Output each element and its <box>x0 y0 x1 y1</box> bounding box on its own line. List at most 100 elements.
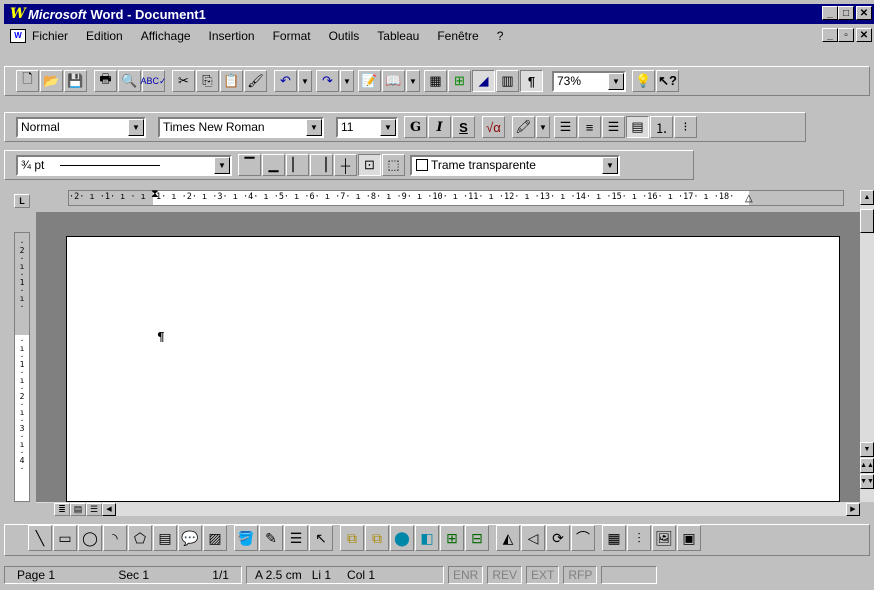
autoformat-icon[interactable]: 📝 <box>358 70 381 92</box>
doc-close-button[interactable]: ✕ <box>856 28 872 42</box>
bring-in-front-of-text-icon[interactable]: ⬤ <box>390 525 414 551</box>
undo-icon[interactable]: ↶ <box>274 70 297 92</box>
word-app-icon[interactable]: W <box>10 7 26 21</box>
status-rfp[interactable]: RFP <box>563 566 598 584</box>
ungroup-icon[interactable]: ⊟ <box>465 525 489 551</box>
rectangle-icon[interactable]: ▭ <box>53 525 77 551</box>
ellipse-icon[interactable]: ◯ <box>78 525 102 551</box>
horizontal-scrollbar[interactable]: ≣ ▤ ☰ ◀ ▶ <box>36 502 860 516</box>
insert-table-icon[interactable]: ▦ <box>424 70 447 92</box>
save-icon[interactable]: 💾 <box>64 70 87 92</box>
chevron-down-icon[interactable]: ▼ <box>602 156 618 174</box>
copy-icon[interactable]: ⎘ <box>196 70 219 92</box>
bring-to-front-icon[interactable]: ⧉ <box>340 525 364 551</box>
create-picture-icon[interactable]: 🖼 <box>652 525 676 551</box>
inside-border-icon[interactable]: ┼ <box>334 154 357 176</box>
menu-format[interactable]: Format <box>273 29 311 43</box>
align-left-icon[interactable]: ☰ <box>554 116 577 138</box>
menu-tableau[interactable]: Tableau <box>377 29 419 43</box>
doc-restore-button[interactable]: ▫ <box>838 28 854 42</box>
address-dropdown-icon[interactable]: ▼ <box>406 70 420 92</box>
outside-border-icon[interactable]: ⊡ <box>358 154 381 176</box>
minimize-button[interactable]: _ <box>822 6 838 20</box>
fill-color-icon[interactable]: 🪣 <box>234 525 258 551</box>
outline-view-icon[interactable]: ☰ <box>86 502 102 516</box>
line-icon[interactable]: ╲ <box>28 525 52 551</box>
send-to-back-icon[interactable]: ⧉ <box>365 525 389 551</box>
underline-button[interactable]: S <box>452 116 475 138</box>
rotate-icon[interactable]: ⟳ <box>546 525 570 551</box>
undo-dropdown-icon[interactable]: ▼ <box>298 70 312 92</box>
tab-selector-icon[interactable]: L <box>14 194 30 208</box>
zoom-select[interactable]: 73% ▼ <box>552 70 626 92</box>
font-select[interactable]: Times New Roman ▼ <box>158 116 324 138</box>
chevron-down-icon[interactable]: ▼ <box>608 72 624 90</box>
line-style-icon[interactable]: ☰ <box>284 525 308 551</box>
status-rev[interactable]: REV <box>487 566 523 584</box>
redo-icon[interactable]: ↷ <box>316 70 339 92</box>
chevron-down-icon[interactable]: ▼ <box>128 118 144 136</box>
line-width-select[interactable]: ¾ pt ▼ <box>16 154 232 176</box>
chevron-down-icon[interactable]: ▼ <box>214 156 230 174</box>
help-pointer-icon[interactable]: ↖? <box>656 70 679 92</box>
flip-horizontal-icon[interactable]: ◭ <box>496 525 520 551</box>
menu-outils[interactable]: Outils <box>329 29 360 43</box>
paste-icon[interactable]: 📋 <box>220 70 243 92</box>
left-border-icon[interactable]: ▏ <box>286 154 309 176</box>
no-border-icon[interactable]: ⬚ <box>382 154 405 176</box>
right-border-icon[interactable]: ▕ <box>310 154 333 176</box>
top-border-icon[interactable]: ▔ <box>238 154 261 176</box>
send-behind-text-icon[interactable]: ◧ <box>415 525 439 551</box>
drawing-icon[interactable]: ◢ <box>472 70 495 92</box>
highlight-dropdown-icon[interactable]: ▼ <box>536 116 550 138</box>
new-icon[interactable]: 🗋 <box>16 70 39 92</box>
horizontal-ruler[interactable]: ·2· ı ·1· ı · ı ·1· ı ·2· ı ·3· ı ·4· ı … <box>68 188 844 206</box>
doc-minimize-button[interactable]: _ <box>822 28 838 42</box>
tip-wizard-icon[interactable]: 💡 <box>632 70 655 92</box>
line-color-icon[interactable]: ✎ <box>259 525 283 551</box>
menu-help[interactable]: ? <box>497 29 504 43</box>
scroll-up-icon[interactable]: ▲ <box>860 190 874 205</box>
snap-to-grid-icon[interactable]: ▦ <box>602 525 626 551</box>
vertical-ruler[interactable]: · 2 · ı · 1 · ı · · ı · 1 · ı · 2 · ı · … <box>14 232 30 502</box>
justify-icon[interactable]: ▤ <box>626 116 649 138</box>
vertical-scrollbar[interactable]: ▲ ▼ ▲▲ ▼▼ <box>860 190 874 502</box>
insert-frame-icon[interactable]: ▣ <box>677 525 701 551</box>
format-callout-icon[interactable]: ▨ <box>203 525 227 551</box>
reshape-icon[interactable]: ⌒ <box>571 525 595 551</box>
align-right-icon[interactable]: ☰ <box>602 116 625 138</box>
right-indent-marker-icon[interactable]: △ <box>745 193 753 204</box>
next-page-icon[interactable]: ▼▼ <box>860 474 874 489</box>
callout-icon[interactable]: 💬 <box>178 525 202 551</box>
flip-vertical-icon[interactable]: ◁ <box>521 525 545 551</box>
scroll-left-icon[interactable]: ◀ <box>102 502 116 516</box>
align-drawing-icon[interactable]: ⫶ <box>627 525 651 551</box>
normal-view-icon[interactable]: ≣ <box>54 502 70 516</box>
bold-button[interactable]: G <box>404 116 427 138</box>
font-size-select[interactable]: 11 ▼ <box>336 116 398 138</box>
chevron-down-icon[interactable]: ▼ <box>306 118 322 136</box>
scroll-down-icon[interactable]: ▼ <box>860 442 874 457</box>
scroll-right-icon[interactable]: ▶ <box>846 502 860 516</box>
open-icon[interactable]: 📂 <box>40 70 63 92</box>
spelling-icon[interactable]: ABC✓ <box>140 70 167 92</box>
style-select[interactable]: Normal ▼ <box>16 116 146 138</box>
select-objects-icon[interactable]: ↖ <box>309 525 333 551</box>
group-icon[interactable]: ⊞ <box>440 525 464 551</box>
previous-page-icon[interactable]: ▲▲ <box>860 458 874 473</box>
status-enr[interactable]: ENR <box>448 566 484 584</box>
menu-fichier[interactable]: Fichier <box>32 29 68 43</box>
chevron-down-icon[interactable]: ▼ <box>380 118 396 136</box>
bullets-icon[interactable]: ⁝ <box>674 116 697 138</box>
scroll-thumb[interactable] <box>860 209 874 233</box>
text-box-icon[interactable]: ▤ <box>153 525 177 551</box>
insert-excel-icon[interactable]: ⊞ <box>448 70 471 92</box>
indent-marker-icon[interactable]: ⧗ <box>151 188 159 201</box>
status-ext[interactable]: EXT <box>526 566 560 584</box>
format-painter-icon[interactable]: 🖌 <box>244 70 267 92</box>
columns-icon[interactable]: ▥ <box>496 70 519 92</box>
print-icon[interactable]: 🖶 <box>94 70 117 92</box>
align-center-icon[interactable]: ≡ <box>578 116 601 138</box>
document-icon[interactable]: W <box>10 29 26 43</box>
cut-icon[interactable]: ✂ <box>172 70 195 92</box>
